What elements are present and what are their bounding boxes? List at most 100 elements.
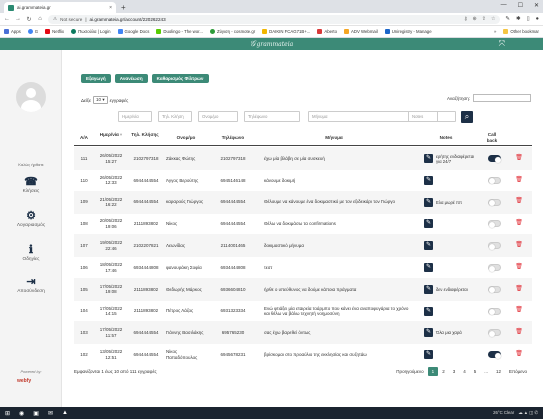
edit-note-icon[interactable]: ✎ (424, 241, 433, 251)
new-tab-button[interactable]: + (121, 2, 126, 13)
next-page-button[interactable]: Επόμενο (505, 367, 531, 376)
trash-icon[interactable]: 🗑 (515, 264, 523, 271)
trash-icon[interactable]: 🗑 (515, 286, 523, 293)
filter-search-button[interactable]: ⌕ (461, 111, 473, 123)
page-button[interactable]: 2 (438, 367, 449, 376)
trash-icon[interactable]: 🗑 (515, 155, 523, 162)
trash-icon[interactable]: 🗑 (515, 199, 523, 205)
back-icon[interactable]: ← (4, 16, 10, 22)
url-input[interactable]: ⚠ Not secure | ai.grammateia.gr/account/… (48, 14, 501, 24)
col-tel[interactable]: Τηλέφωνο (210, 135, 256, 141)
vlc-icon[interactable]: ▲ (62, 410, 68, 416)
key-icon[interactable]: ⚷ (464, 16, 468, 22)
bookmark-posoula[interactable]: Πωσούλα | Login (71, 29, 111, 34)
bookmark-google[interactable]: G (27, 29, 38, 34)
name-filter-input[interactable]: Ονομ/μο (198, 111, 238, 122)
trash-icon[interactable]: 🗑 (515, 329, 523, 336)
callback-toggle[interactable] (487, 242, 501, 250)
fullscreen-icon[interactable]: ⤧ (499, 39, 505, 49)
callback-toggle[interactable] (487, 329, 501, 337)
star-icon[interactable]: ☆ (491, 16, 495, 22)
bookmark-uniregistry[interactable]: Uniregistry - Manage (384, 29, 432, 34)
edit-note-icon[interactable]: ✎ (424, 154, 433, 163)
profile-icon[interactable]: ● (536, 16, 539, 22)
sidebar-item-logout[interactable]: ⇥ Αποσύνδεση (0, 276, 62, 294)
app-logo[interactable]: 𝒢 grammateia (250, 39, 293, 49)
refresh-button[interactable]: Ανανέωση (114, 74, 148, 83)
sidebar-item-calls[interactable]: ☎ Κλήσεις (0, 176, 62, 194)
trash-icon[interactable]: 🗑 (515, 308, 523, 314)
col-date[interactable]: Ημερ/νία▾ (96, 132, 126, 138)
reload-icon[interactable]: ↻ (26, 16, 32, 23)
zoom-icon[interactable]: ⊕ (473, 16, 477, 22)
trash-icon[interactable]: 🗑 (515, 220, 523, 227)
edit-note-icon[interactable]: ✎ (424, 350, 433, 360)
col-phone[interactable]: Τηλ. Κλήσης (130, 132, 160, 138)
edit-note-icon[interactable]: ✎ (424, 306, 433, 316)
callback-toggle[interactable] (487, 155, 501, 163)
maximize-icon[interactable]: ☐ (518, 2, 523, 9)
extension-icon[interactable]: ✎ (505, 16, 510, 22)
callback-toggle[interactable] (487, 220, 501, 228)
trash-icon[interactable]: 🗑 (515, 351, 523, 358)
home-icon[interactable]: ⌂ (37, 16, 43, 22)
trash-icon[interactable]: 🗑 (515, 242, 523, 249)
sidebar-item-instructions[interactable]: ℹ Οδηγίες (0, 244, 62, 262)
page-button[interactable]: 3 (449, 367, 460, 376)
bookmark-duolingo[interactable]: Duolingo - The wor... (156, 29, 203, 34)
edit-note-icon[interactable]: ✎ (424, 328, 433, 338)
start-icon[interactable]: ⊞ (5, 410, 10, 417)
bookmark-docs[interactable]: Google Docs (117, 29, 149, 34)
callback-toggle[interactable] (487, 198, 501, 207)
callback-toggle[interactable] (487, 264, 501, 272)
sidebar-item-account[interactable]: ⚙ Λογαριασμός (0, 210, 62, 228)
col-name[interactable]: Ονομ/μο (166, 135, 206, 141)
browser-tab[interactable]: ai.grammateia.gr × (4, 2, 116, 13)
prev-page-button[interactable]: Προηγούμενο (392, 367, 427, 376)
bookmark-apps[interactable]: Apps (4, 29, 21, 34)
forward-icon[interactable]: → (15, 16, 21, 22)
bookmark-more[interactable]: » (494, 29, 496, 34)
mail-icon[interactable]: ✉ (48, 410, 53, 417)
share-icon[interactable]: ⇪ (482, 16, 486, 22)
edit-note-icon[interactable]: ✎ (424, 263, 433, 272)
sidepanel-icon[interactable]: ▯ (527, 16, 530, 22)
other-bookmarks[interactable]: Other bookmar (503, 29, 539, 34)
bookmark-adv[interactable]: ADV Webmail (344, 29, 378, 34)
col-aa[interactable]: Α/Α (76, 135, 92, 141)
app-icon[interactable]: ▣ (33, 410, 39, 417)
callback-toggle[interactable] (487, 351, 501, 359)
bookmark-cosmote[interactable]: Ζύγιση - cosmote.gr (209, 29, 255, 34)
bookmark-netflix[interactable]: Netflix (45, 29, 64, 34)
col-notes[interactable]: Notes (426, 135, 466, 141)
callback-toggle[interactable] (487, 176, 501, 185)
export-button[interactable]: Εξαγωγή (81, 74, 111, 83)
bookmark-daikin[interactable]: DAIKIN FCAG71B+... (262, 29, 310, 34)
tel-filter-input[interactable]: Τηλέφωνο (244, 111, 300, 122)
page-button[interactable]: 12 (492, 367, 505, 376)
col-message[interactable]: Μήνυμα (264, 135, 404, 141)
date-filter-input[interactable]: Ημερ/νία (118, 111, 152, 122)
tab-close-icon[interactable]: × (109, 5, 112, 11)
edit-note-icon[interactable]: ✎ (424, 197, 433, 207)
page-size-select[interactable]: 10 ▾ (93, 96, 108, 104)
page-button[interactable]: 1 (427, 367, 439, 376)
trash-icon[interactable]: 🗑 (515, 177, 523, 184)
page-button[interactable]: 4 (459, 367, 470, 376)
extensions-puzzle-icon[interactable]: ✱ (516, 16, 521, 22)
edit-note-icon[interactable]: ✎ (424, 284, 433, 294)
callback-toggle[interactable] (487, 285, 501, 294)
col-callback[interactable]: Call back (482, 132, 502, 143)
bookmark-aberto[interactable]: Aberto (317, 29, 337, 34)
webfy-logo[interactable]: webfy (17, 378, 31, 384)
window-close-icon[interactable]: ✕ (534, 2, 539, 9)
page-button[interactable]: 5 (470, 367, 481, 376)
minimize-icon[interactable]: — (501, 2, 507, 9)
clear-filters-button[interactable]: Καθαρισμός Φίλτρων (151, 74, 209, 83)
edit-note-icon[interactable]: ✎ (424, 219, 433, 229)
notes-filter-input[interactable]: Notes (408, 111, 456, 122)
tray-icons[interactable]: ☁ ▲ ◫ ✆ (518, 410, 538, 416)
phone-filter-input[interactable]: Τηλ. Κλήση (158, 111, 192, 122)
search-input[interactable] (473, 94, 531, 102)
chrome-icon[interactable]: ◉ (19, 410, 24, 417)
